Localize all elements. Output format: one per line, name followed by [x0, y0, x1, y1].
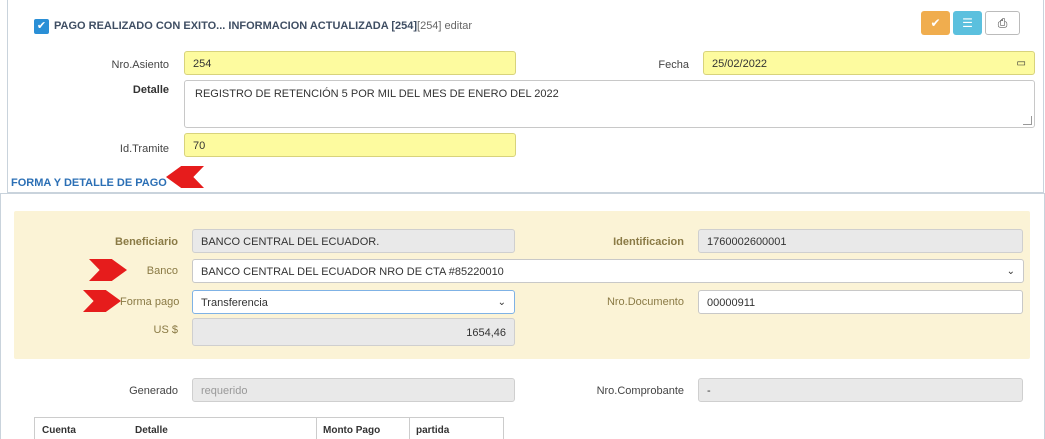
nro-comprobante-field: -	[698, 378, 1023, 402]
list-button[interactable]: ☰	[953, 11, 982, 35]
generado-label: Generado	[129, 385, 178, 397]
nro-comprobante-label: Nro.Comprobante	[596, 385, 684, 397]
chevron-down-icon: ⌄	[497, 297, 506, 308]
monto-field: 1654,46	[192, 318, 515, 346]
fecha-field[interactable]: 25/02/2022 ▭	[703, 51, 1035, 75]
detalle-textarea[interactable]: REGISTRO DE RETENCIÓN 5 POR MIL DEL MES …	[184, 80, 1035, 128]
payment-table-header: Cuenta Detalle Monto Pago partida	[34, 417, 504, 439]
col-cuenta: Cuenta	[42, 425, 76, 436]
list-icon: ☰	[962, 16, 973, 30]
nro-asiento-label: Nro.Asiento	[111, 59, 169, 71]
identificacion-field: 1760002600001	[698, 229, 1023, 253]
forma-pago-label: Forma pago	[120, 296, 180, 308]
beneficiario-label: Beneficiario	[115, 236, 178, 248]
generado-field: requerido	[192, 378, 515, 402]
nro-documento-label: Nro.Documento	[606, 296, 684, 308]
column-divider	[409, 418, 410, 439]
status-message: PAGO REALIZADO CON EXITO... INFORMACION …	[54, 20, 473, 32]
success-check-icon: ✔	[34, 19, 49, 34]
confirm-button[interactable]: ✔	[921, 11, 950, 35]
beneficiario-field: BANCO CENTRAL DEL ECUADOR.	[192, 229, 515, 253]
detalle-label: Detalle	[132, 84, 169, 96]
nro-documento-field[interactable]: 00000911	[698, 290, 1023, 314]
print-icon: ⎙	[997, 16, 1008, 30]
section-title: FORMA Y DETALLE DE PAGO	[11, 177, 167, 189]
chevron-down-icon: ⌄	[1006, 266, 1015, 277]
col-partida: partida	[416, 425, 450, 436]
monto-label: US $	[153, 324, 178, 336]
nro-asiento-field[interactable]: 254	[184, 51, 516, 75]
column-divider	[316, 418, 317, 439]
status-suffix[interactable]: [254] editar	[417, 20, 472, 32]
fecha-label: Fecha	[658, 59, 689, 71]
banco-select[interactable]: BANCO CENTRAL DEL ECUADOR NRO DE CTA #85…	[192, 259, 1024, 283]
resize-handle[interactable]	[1023, 116, 1032, 125]
forma-pago-select[interactable]: Transferencia ⌄	[192, 290, 515, 314]
col-monto-pago: Monto Pago	[323, 425, 381, 436]
print-button[interactable]: ⎙	[985, 11, 1020, 35]
check-icon: ✔	[930, 16, 941, 30]
id-tramite-field[interactable]: 70	[184, 133, 516, 157]
banco-label: Banco	[146, 265, 178, 277]
identificacion-label: Identificacion	[613, 236, 684, 248]
col-detalle: Detalle	[135, 425, 168, 436]
calendar-icon[interactable]: ▭	[1017, 52, 1026, 74]
id-tramite-label: Id.Tramite	[119, 143, 169, 155]
